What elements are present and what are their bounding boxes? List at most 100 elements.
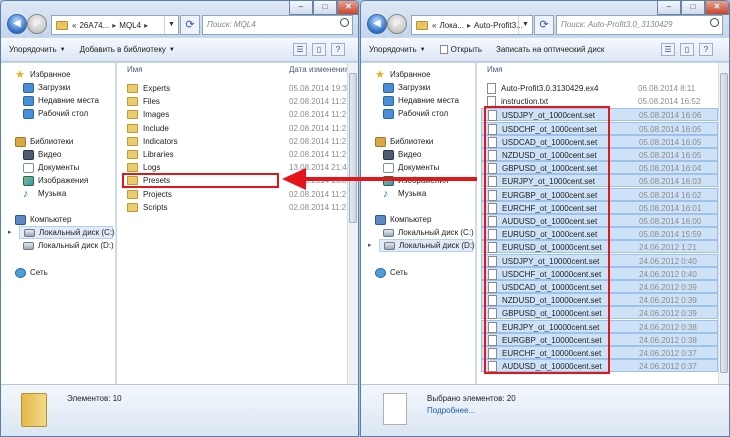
nav-drive-d[interactable]: Локальный диск (D:) bbox=[23, 239, 114, 252]
view-options-icon[interactable]: ☰ bbox=[661, 43, 675, 56]
list-item[interactable]: Scripts 02.08.2014 11:21 bbox=[121, 201, 351, 214]
item-name: Auto-Profit3.0.3130429.ex4 bbox=[487, 82, 598, 95]
nav-drive-c[interactable]: Локальный диск (C:) bbox=[383, 226, 474, 239]
nav-downloads[interactable]: Загрузки bbox=[23, 81, 70, 94]
forward-button[interactable]: ▶ bbox=[387, 14, 407, 34]
nav-video[interactable]: Видео bbox=[383, 148, 421, 161]
add-library-label: Добавить в библиотеку bbox=[79, 45, 166, 54]
item-date: 02.08.2014 11:21 bbox=[289, 189, 351, 199]
item-date: 05.08.2014 16:03 bbox=[639, 177, 702, 187]
list-item[interactable]: Indicators 02.08.2014 11:21 bbox=[121, 135, 351, 148]
column-name[interactable]: Имя bbox=[127, 63, 143, 77]
nav-images[interactable]: Изображения bbox=[383, 174, 448, 187]
nav-recent[interactable]: Недавние места bbox=[383, 94, 459, 107]
view-options-icon[interactable]: ☰ bbox=[293, 43, 307, 56]
nav-music[interactable]: ♪ Музыка bbox=[23, 187, 66, 200]
back-button[interactable]: ◀ bbox=[367, 14, 387, 34]
preview-pane-icon[interactable]: ▯ bbox=[312, 43, 326, 56]
list-item[interactable]: Experts 05.08.2014 19:39 bbox=[121, 82, 351, 95]
item-date: 02.08.2014 11:21 bbox=[289, 97, 351, 107]
refresh-button[interactable]: ⟳ bbox=[180, 15, 200, 35]
folder-icon bbox=[416, 20, 428, 30]
nav-drive-d[interactable]: ▸ Локальный диск (D:) bbox=[368, 239, 475, 252]
back-button[interactable]: ◀ bbox=[7, 14, 27, 34]
refresh-button[interactable]: ⟳ bbox=[534, 15, 554, 35]
add-to-library-button[interactable]: Добавить в библиотеку ▼ bbox=[80, 45, 175, 54]
list-item[interactable]: Libraries 02.08.2014 11:21 bbox=[121, 148, 351, 161]
list-item[interactable]: Projects 02.08.2014 11:21 bbox=[121, 188, 351, 201]
chevron-down-icon[interactable]: ▼ bbox=[164, 16, 178, 34]
help-icon[interactable]: ? bbox=[699, 43, 713, 56]
chevron-right-icon[interactable]: ▸ bbox=[144, 21, 148, 30]
nav-documents[interactable]: Документы bbox=[23, 161, 79, 174]
nav-drive-c[interactable]: ▸ Локальный диск (C:) bbox=[8, 226, 115, 239]
nav-images[interactable]: Изображения bbox=[23, 174, 88, 187]
address-overflow[interactable]: « bbox=[432, 21, 436, 30]
list-item[interactable]: Files 02.08.2014 11:21 bbox=[121, 95, 351, 108]
nav-network[interactable]: Сеть bbox=[15, 266, 48, 279]
breadcrumb-item[interactable]: Auto-Profit3... bbox=[474, 21, 523, 30]
recent-places-icon bbox=[23, 95, 34, 106]
nav-computer[interactable]: Компьютер bbox=[375, 213, 431, 226]
nav-documents[interactable]: Документы bbox=[383, 161, 439, 174]
nav-downloads[interactable]: Загрузки bbox=[383, 81, 430, 94]
nav-desktop[interactable]: Рабочий стол bbox=[383, 107, 448, 120]
scrollbar-thumb[interactable] bbox=[720, 73, 728, 373]
drive-icon bbox=[24, 228, 35, 237]
vertical-scrollbar[interactable] bbox=[347, 63, 358, 384]
search-input[interactable]: Поиск: MQL4 bbox=[202, 15, 353, 35]
maximize-button[interactable]: □ bbox=[681, 1, 705, 15]
organize-button[interactable]: Упорядочить ▼ bbox=[9, 45, 66, 54]
nav-music[interactable]: ♪ Музыка bbox=[383, 187, 426, 200]
chevron-right-icon[interactable]: ▸ bbox=[112, 21, 116, 30]
chevron-down-icon[interactable]: ▼ bbox=[518, 16, 532, 34]
burn-disc-button[interactable]: Записать на оптический диск bbox=[496, 45, 604, 54]
organize-button[interactable]: Упорядочить ▼ bbox=[369, 45, 426, 54]
column-date[interactable]: Дата изменения bbox=[289, 63, 349, 77]
preview-pane-icon[interactable]: ▯ bbox=[680, 43, 694, 56]
help-icon[interactable]: ? bbox=[331, 43, 345, 56]
nav-computer[interactable]: Компьютер bbox=[15, 213, 71, 226]
file-list: Имя Дата изменения Experts 05.08.2014 19:… bbox=[117, 63, 351, 384]
nav-label: Изображения bbox=[398, 176, 449, 185]
breadcrumb-item[interactable]: 26A74... bbox=[79, 21, 109, 30]
close-button[interactable]: ✕ bbox=[705, 1, 729, 15]
breadcrumb-item[interactable]: MQL4 bbox=[119, 21, 141, 30]
minimize-button[interactable]: – bbox=[657, 1, 681, 15]
close-button[interactable]: ✕ bbox=[337, 1, 358, 15]
item-date: 05.08.2014 16:05 bbox=[639, 124, 702, 134]
nav-libraries[interactable]: Библиотеки bbox=[375, 135, 433, 148]
address-bar[interactable]: « 26A74... ▸ MQL4 ▸ ▼ bbox=[51, 15, 179, 35]
folder-icon bbox=[127, 136, 138, 146]
list-item[interactable]: Auto-Profit3.0.3130429.ex4 06.08.2014 8:1… bbox=[481, 82, 718, 95]
list-item[interactable]: Images 02.08.2014 11:21 bbox=[121, 108, 351, 121]
scrollbar-thumb[interactable] bbox=[349, 73, 357, 223]
nav-network[interactable]: Сеть bbox=[375, 266, 408, 279]
details-link[interactable]: Подробнее... bbox=[427, 406, 475, 415]
nav-libraries[interactable]: Библиотеки bbox=[15, 135, 73, 148]
open-button[interactable]: Открыть bbox=[439, 45, 482, 54]
list-item[interactable]: Include 02.08.2014 11:21 bbox=[121, 122, 351, 135]
nav-desktop[interactable]: Рабочий стол bbox=[23, 107, 88, 120]
forward-button[interactable]: ▶ bbox=[27, 14, 47, 34]
nav-favorites[interactable]: ★ Избранное bbox=[15, 68, 71, 81]
nav-video[interactable]: Видео bbox=[23, 148, 61, 161]
expand-icon[interactable]: ▸ bbox=[8, 226, 12, 239]
chevron-right-icon[interactable]: ▸ bbox=[467, 21, 471, 30]
breadcrumb-item[interactable]: Лока... bbox=[439, 21, 464, 30]
address-overflow[interactable]: « bbox=[72, 21, 76, 30]
nav-label: Недавние места bbox=[38, 96, 99, 105]
maximize-button[interactable]: □ bbox=[313, 1, 337, 15]
search-placeholder: Поиск: Auto-Profit3.0_3130429 bbox=[561, 20, 673, 29]
column-name[interactable]: Имя bbox=[487, 63, 503, 77]
nav-favorites[interactable]: ★ Избранное bbox=[375, 68, 431, 81]
vertical-scrollbar[interactable] bbox=[718, 63, 729, 384]
expand-icon[interactable]: ▸ bbox=[368, 239, 372, 252]
minimize-button[interactable]: – bbox=[289, 1, 313, 15]
item-date: 24.06.2012 0:39 bbox=[639, 296, 697, 306]
address-bar[interactable]: « Лока... ▸ Auto-Profit3... ▼ bbox=[411, 15, 533, 35]
search-input[interactable]: Поиск: Auto-Profit3.0_3130429 bbox=[556, 15, 723, 35]
nav-recent[interactable]: Недавние места bbox=[23, 94, 99, 107]
item-name: Projects bbox=[127, 188, 172, 201]
item-name: Libraries bbox=[127, 148, 174, 161]
